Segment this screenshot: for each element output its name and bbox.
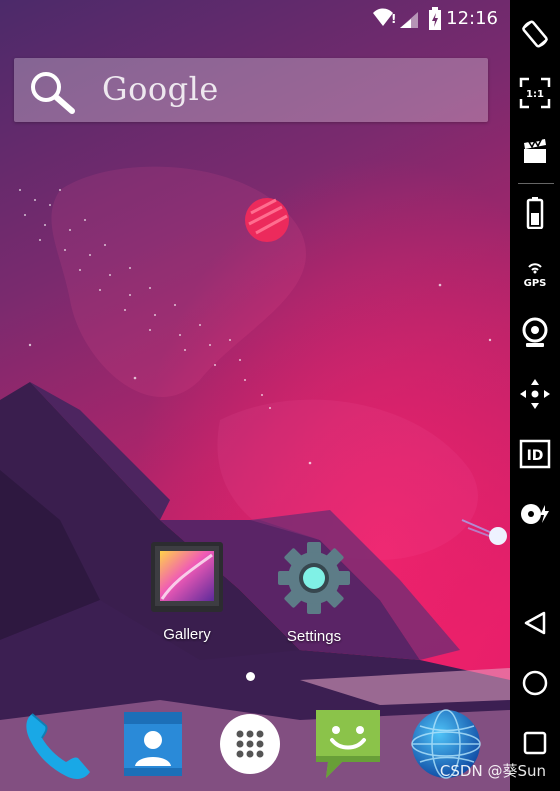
emulator-toolbar: 1:1 GPS ID	[510, 0, 560, 791]
gallery-icon	[151, 542, 223, 612]
no-data-mark: !	[391, 12, 397, 26]
gps-button[interactable]: GPS	[510, 253, 560, 293]
dpad-icon	[520, 379, 550, 409]
contacts-icon[interactable]	[120, 710, 186, 778]
back-icon	[524, 611, 546, 635]
rotate-icon	[522, 20, 548, 48]
device-id-icon: ID	[519, 439, 551, 469]
app-drawer-icon[interactable]	[218, 712, 282, 776]
app-settings[interactable]: Settings	[259, 541, 369, 645]
nav-back-button[interactable]	[510, 603, 560, 643]
media-icon	[521, 504, 549, 524]
battery-button[interactable]	[510, 193, 560, 233]
page-indicator	[246, 672, 255, 681]
home-icon	[522, 670, 548, 696]
dpad-button[interactable]	[510, 374, 560, 414]
messaging-icon[interactable]	[312, 706, 384, 780]
phone-icon[interactable]	[20, 706, 96, 782]
gps-icon: GPS	[524, 263, 547, 289]
app-label-settings: Settings	[286, 628, 342, 645]
settings-gear-icon	[278, 542, 350, 614]
android-screen: ! 12:16 Google Gallery Settings	[0, 0, 510, 791]
signal-icon	[400, 12, 418, 28]
recents-icon	[523, 731, 547, 755]
scale-1-1-icon: 1:1	[519, 77, 551, 109]
app-label-gallery: Gallery	[163, 626, 211, 643]
rotate-button[interactable]	[510, 14, 560, 54]
nav-home-button[interactable]	[510, 663, 560, 703]
status-bar: ! 12:16	[0, 0, 510, 38]
search-label: Google	[102, 70, 219, 108]
screen-record-icon	[524, 139, 546, 163]
gps-text: GPS	[524, 278, 547, 289]
camera-button[interactable]	[510, 313, 560, 353]
battery-icon	[526, 197, 544, 229]
toolbar-divider	[518, 183, 554, 184]
watermark-text: CSDN @葵Sun	[439, 762, 546, 780]
device-id-button[interactable]: ID	[510, 434, 560, 474]
nav-recents-button[interactable]	[510, 723, 560, 763]
scale-text: 1:1	[526, 89, 544, 100]
battery-charging-icon	[429, 7, 441, 30]
device-id-text: ID	[527, 448, 544, 464]
scale-button[interactable]: 1:1	[510, 73, 560, 113]
media-button[interactable]	[510, 494, 560, 534]
google-search-bar[interactable]: Google	[14, 58, 488, 122]
camera-icon	[522, 317, 548, 347]
search-icon	[31, 72, 75, 114]
screen-record-button[interactable]	[510, 131, 560, 171]
app-gallery[interactable]: Gallery	[132, 541, 242, 643]
status-clock: 12:16	[446, 8, 498, 29]
